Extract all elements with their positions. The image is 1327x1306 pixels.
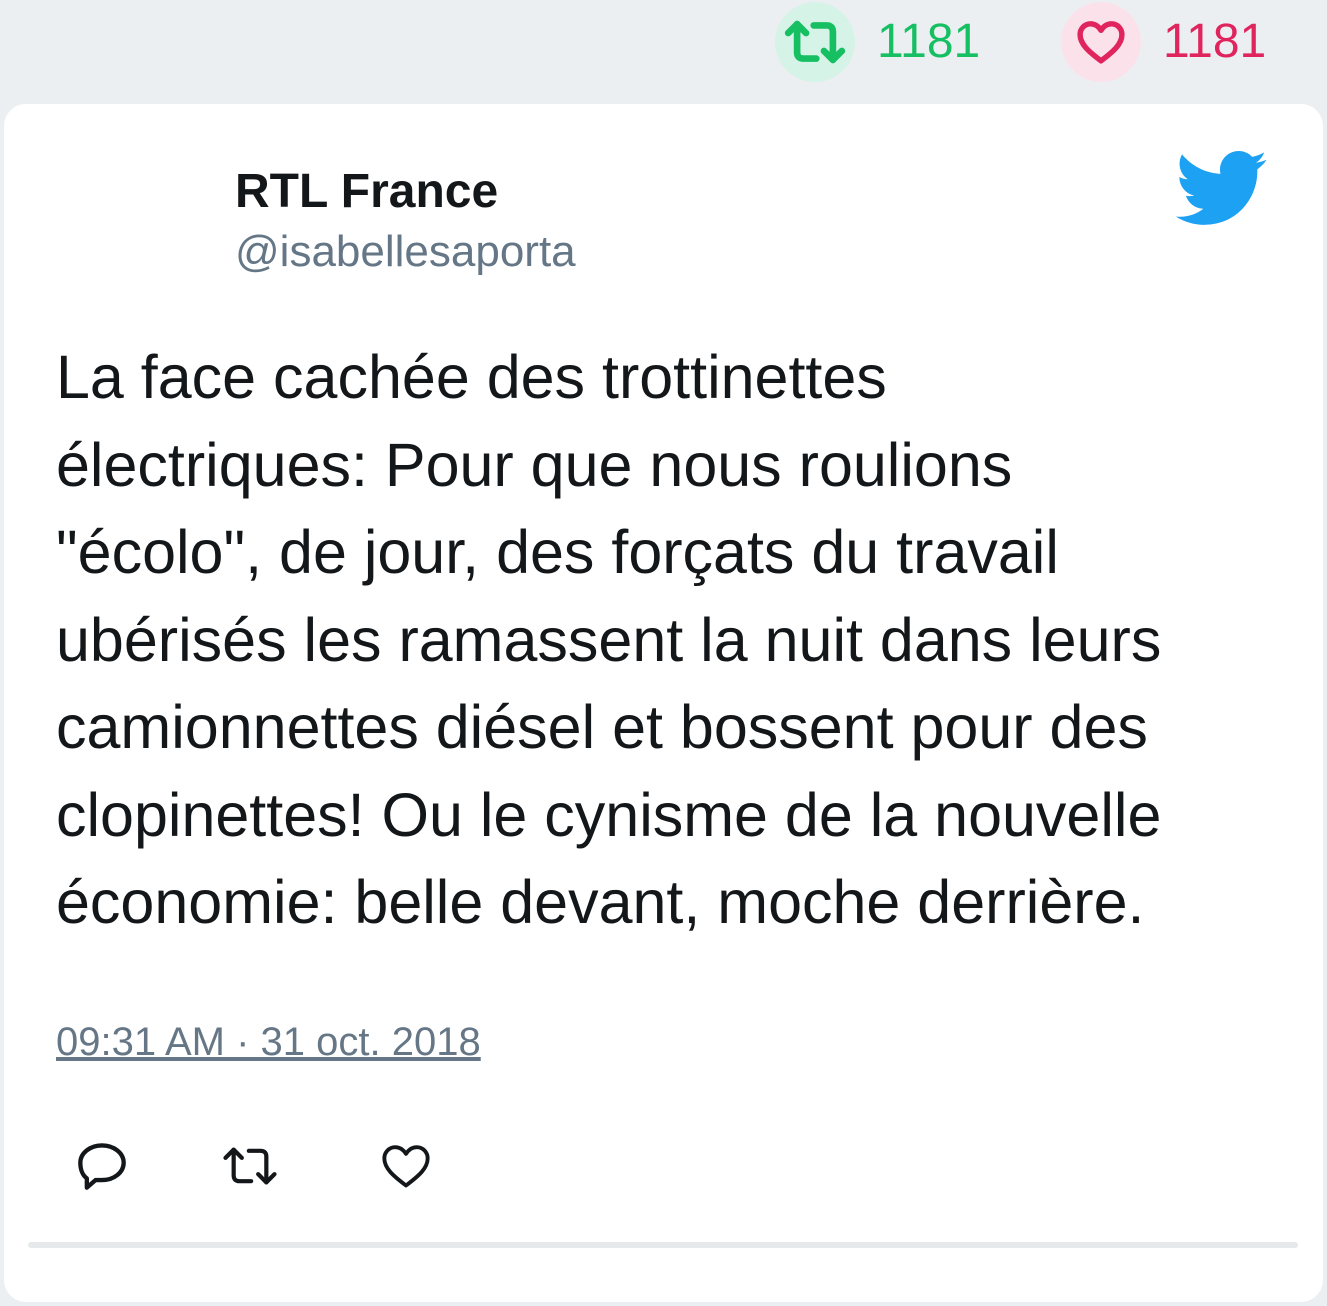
retweet-icon <box>223 1147 277 1185</box>
tweet-text-line: économie: belle devant, moche derrière. <box>56 868 1145 936</box>
retweet-button[interactable] <box>222 1138 278 1194</box>
retweet-count: 1181 <box>877 15 981 68</box>
retweet-icon <box>784 20 846 64</box>
tweet-text-line: ubérisés les ramassent la nuit dans leur… <box>56 605 1162 674</box>
reply-button[interactable] <box>74 1138 130 1194</box>
tweet-text-line: La face cachée des trottinettes <box>56 343 887 411</box>
author-handle[interactable]: @isabellesaporta <box>235 227 576 276</box>
like-stat-icon-bg <box>1061 2 1141 82</box>
tweet-text-line: camionnettes diésel et bossent pour des <box>56 693 1148 761</box>
reply-icon <box>78 1143 126 1190</box>
tweet-timestamp[interactable]: 09:31 AM · 31 oct. 2018 <box>56 1020 481 1065</box>
tweet-text-line: clopinettes! Ou le cynisme de la nouvell… <box>56 780 1162 849</box>
stats-bar: 1181 1181 <box>0 0 1327 104</box>
heart-icon <box>1077 21 1125 64</box>
divider <box>28 1242 1298 1248</box>
like-button[interactable] <box>378 1138 434 1194</box>
like-stat[interactable]: 1181 <box>1061 2 1266 82</box>
twitter-bird-icon[interactable] <box>1172 148 1268 228</box>
tweet-card: RTL France @isabellesaporta La face cach… <box>4 104 1323 1302</box>
author-name[interactable]: RTL France <box>235 165 498 219</box>
like-count: 1181 <box>1163 15 1267 68</box>
like-icon <box>382 1145 430 1188</box>
tweet-text-line: électriques: Pour que nous roulions <box>56 430 1013 499</box>
tweet-text-line: "écolo", de jour, des forçats du travail <box>56 518 1059 586</box>
retweet-stat[interactable]: 1181 <box>775 2 980 82</box>
retweet-stat-icon-bg <box>775 2 855 82</box>
tweet-text: La face cachée des trottinettes électriq… <box>56 334 1296 947</box>
